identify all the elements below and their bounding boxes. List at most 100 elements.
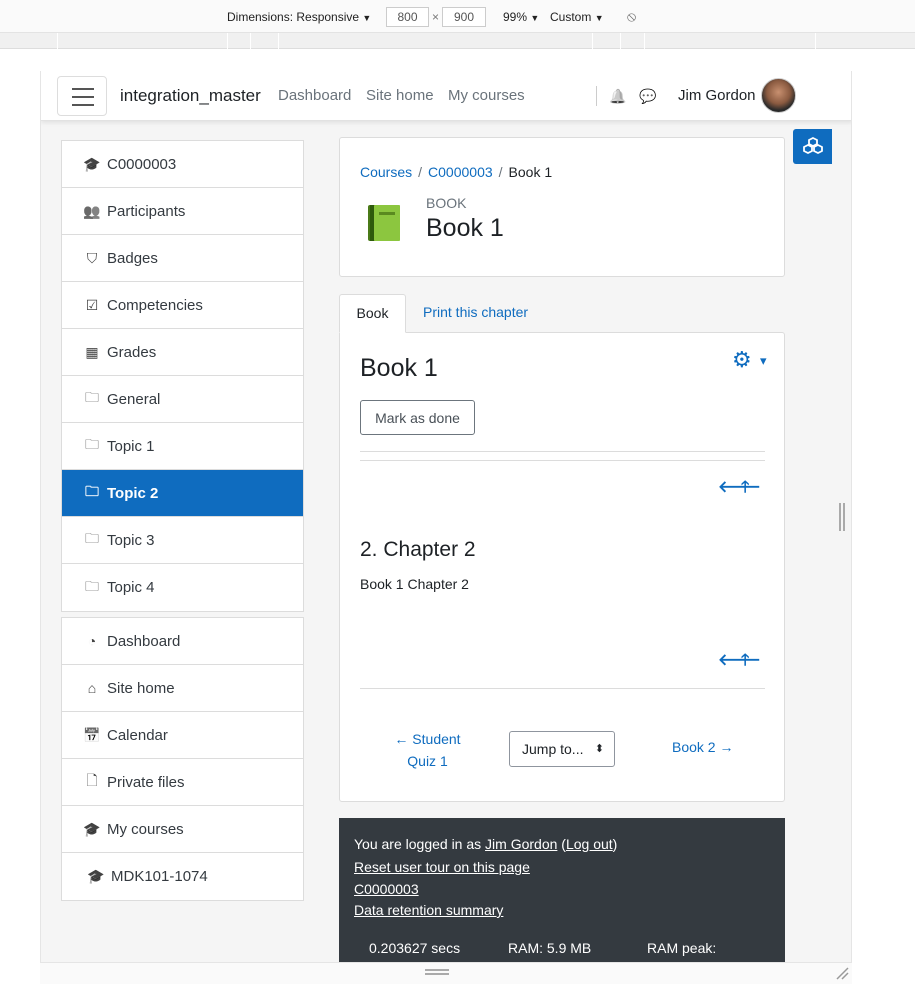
breadcrumb-course[interactable]: C0000003 [428, 164, 493, 180]
sidebar-item-label: Competencies [107, 296, 203, 314]
sidebar-item-badges[interactable]: ⛉ Badges [62, 235, 303, 282]
resize-corner-icon[interactable] [835, 966, 849, 980]
sidebar-item-c0000003[interactable]: 🎓 C0000003 [62, 141, 303, 188]
chapter-title: 2. Chapter 2 [360, 538, 476, 561]
top-navbar: integration_master Dashboard Site home M… [41, 71, 851, 121]
up-arrow-icon[interactable]: 🡑 [741, 476, 749, 503]
hamburger-menu-icon[interactable] [57, 76, 107, 116]
sidebar-item-label: Topic 3 [107, 531, 155, 549]
jump-to-label: Jump to... [522, 741, 584, 757]
sidebar-item-private-files[interactable]: 🗋 Private files [62, 759, 303, 806]
sidebar-item-label: Topic 2 [107, 484, 159, 502]
calendar-icon: 📅 [83, 726, 101, 743]
resize-handle-right[interactable] [839, 503, 845, 531]
tab-print-chapter[interactable]: Print this chapter [407, 294, 544, 333]
dimensions-dropdown[interactable]: Dimensions: Responsive ▼ [227, 10, 371, 24]
divider [360, 688, 765, 689]
check-square-icon: ☑ [85, 296, 99, 313]
devtools-bottom-bar [40, 962, 852, 984]
emulated-viewport: integration_master Dashboard Site home M… [40, 71, 852, 962]
blocks-drawer-button[interactable] [793, 129, 832, 164]
up-arrow-icon[interactable]: 🡑 [741, 649, 749, 676]
folder-icon: 🗀 [85, 483, 99, 499]
nav-link-dashboard[interactable]: Dashboard [278, 87, 351, 104]
sidebar-item-general[interactable]: 🗀 General [62, 376, 303, 423]
sidebar-item-topic-4[interactable]: 🗀 Topic 4 [62, 564, 303, 611]
site-name[interactable]: integration_master [120, 86, 261, 106]
throttle-dropdown[interactable]: Custom ▼ [550, 10, 604, 24]
mark-as-done-button[interactable]: Mark as done [360, 400, 475, 435]
breadcrumb-sep: / [498, 164, 503, 180]
jump-to-select[interactable]: Jump to... ⬍ [509, 731, 615, 767]
sidebar-item-topic-2[interactable]: 🗀 Topic 2 [62, 470, 303, 517]
content-heading: Book 1 [360, 354, 438, 382]
sidebar-item-my-courses[interactable]: 🎓 My courses [62, 806, 303, 853]
next-activity-link[interactable]: Book 2 → [672, 739, 733, 755]
site-nav-group: ◔ Dashboard ⌂ Site home 📅 Calendar 🗋 Private fi… [61, 617, 304, 901]
divider [360, 460, 765, 461]
sidebar-item-label: General [107, 390, 161, 408]
sidebar-item-mdk101-1074[interactable]: 🎓 MDK101-1074 [62, 853, 303, 900]
sidebar-item-competencies[interactable]: ☑ Competencies [62, 282, 303, 329]
graduation-cap-icon: 🎓 [87, 868, 105, 884]
nav-divider [596, 86, 597, 106]
sidebar-item-label: Site home [107, 679, 175, 697]
breadcrumb-sep: / [418, 164, 423, 180]
shield-icon: ⛉ [86, 249, 98, 266]
footer-user-link[interactable]: Jim Gordon [485, 836, 557, 852]
sidebar-item-topic-1[interactable]: 🗀 Topic 1 [62, 423, 303, 470]
sidebar-item-participants[interactable]: 👥 Participants [62, 188, 303, 235]
sidebar-item-grades[interactable]: ▦ Grades [62, 329, 303, 376]
avatar[interactable] [761, 78, 796, 113]
table-icon: ▦ [85, 343, 99, 360]
devtools-toolbar: Dimensions: Responsive ▼ × 99% ▼ Custom … [0, 0, 915, 33]
sidebar-item-calendar[interactable]: 📅 Calendar [62, 712, 303, 759]
previous-arrow-icon[interactable]: 🡐 [718, 476, 761, 497]
footer-course-link[interactable]: C0000003 [354, 881, 419, 897]
graduation-cap-icon: 🎓 [83, 155, 101, 172]
select-caret-icon: ⬍ [594, 743, 604, 755]
home-icon: ⌂ [87, 680, 97, 696]
nav-drawer: 🎓 C0000003 👥 Participants ⛉ Badges ☑ Competenci… [61, 140, 304, 906]
folder-icon: 🗀 [85, 577, 99, 594]
sidebar-item-dashboard[interactable]: ◔ Dashboard [62, 618, 303, 665]
previous-activity-link[interactable]: ← Student Quiz 1 [380, 728, 475, 772]
sidebar-item-site-home[interactable]: ⌂ Site home [62, 665, 303, 712]
page-footer: You are logged in as Jim Gordon (Log out… [339, 818, 785, 962]
sidebar-item-label: Topic 4 [107, 579, 155, 596]
user-name[interactable]: Jim Gordon [678, 87, 756, 104]
data-retention-link[interactable]: Data retention summary [354, 902, 503, 918]
tab-book[interactable]: Book [339, 294, 406, 333]
logout-link[interactable]: Log out [566, 836, 613, 852]
cubes-icon [802, 136, 823, 155]
previous-activity-line1: ← Student [394, 731, 461, 747]
sidebar-item-label: Participants [107, 202, 186, 220]
sidebar-item-label: Grades [107, 343, 157, 361]
sidebar-item-topic-3[interactable]: 🗀 Topic 3 [62, 517, 303, 564]
reset-tour-link[interactable]: Reset user tour on this page [354, 859, 530, 875]
breadcrumb-current: Book 1 [508, 164, 553, 180]
divider [360, 451, 765, 452]
nav-link-site-home[interactable]: Site home [366, 87, 434, 104]
chapter-text: Book 1 Chapter 2 [360, 576, 469, 592]
sidebar-item-label: Private files [107, 773, 185, 791]
book-icon [368, 205, 400, 241]
nav-link-my-courses[interactable]: My courses [448, 87, 525, 104]
width-input[interactable] [386, 7, 429, 27]
folder-icon: 🗀 [85, 436, 99, 452]
previous-arrow-icon[interactable]: 🡐 [718, 649, 761, 670]
resize-handle-bottom[interactable] [425, 969, 449, 975]
media-query-ruler[interactable] [0, 33, 915, 49]
zoom-dropdown[interactable]: 99% ▼ [503, 10, 539, 24]
breadcrumb: Courses / C0000003 / Book 1 [360, 164, 552, 180]
gear-icon[interactable]: ⚙ [732, 347, 752, 373]
rotate-icon[interactable]: ⦸ [627, 8, 636, 25]
course-nav-group: 🎓 C0000003 👥 Participants ⛉ Badges ☑ Competenci… [61, 140, 304, 612]
chat-icon[interactable]: 💬 [639, 88, 656, 105]
height-input[interactable] [442, 7, 486, 27]
chevron-down-icon[interactable]: ▾ [760, 353, 767, 369]
logged-in-info: You are logged in as Jim Gordon (Log out… [354, 836, 618, 852]
sidebar-item-label: Calendar [107, 726, 168, 744]
bell-icon[interactable]: 🔔 [609, 88, 626, 105]
breadcrumb-courses[interactable]: Courses [360, 164, 412, 180]
